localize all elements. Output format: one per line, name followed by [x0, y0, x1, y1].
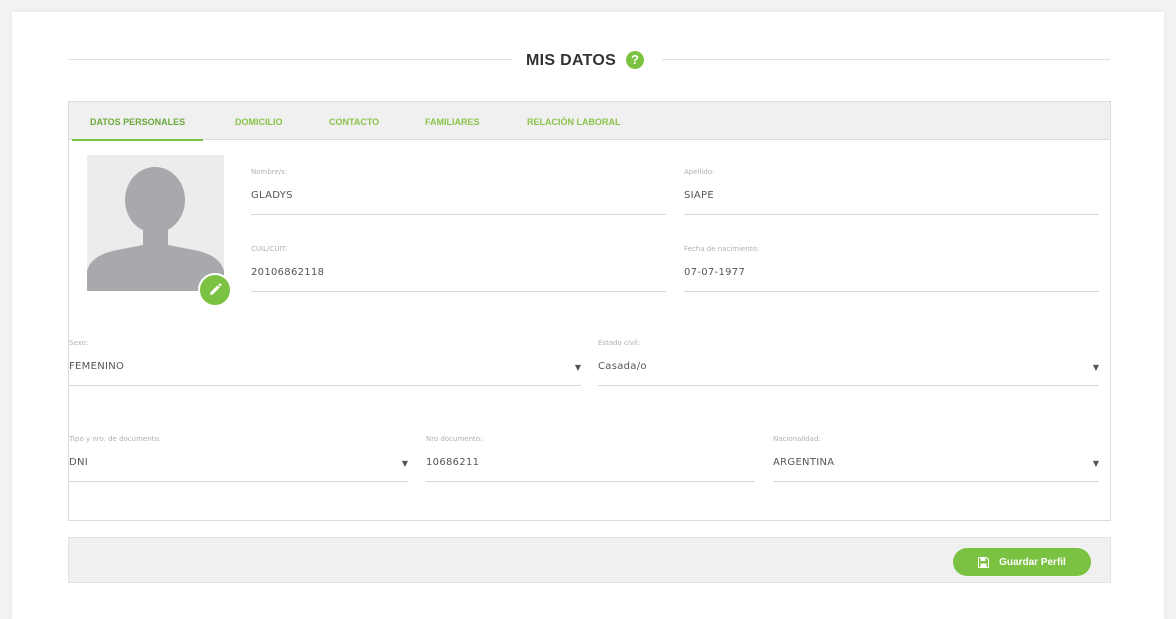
tab-bar: DATOS PERSONALES DOMICILIO CONTACTO FAMI… [69, 102, 1110, 141]
cuil-value[interactable]: 20106862118 [251, 267, 324, 278]
edit-photo-button[interactable] [198, 273, 232, 307]
fecha-nacimiento-value[interactable]: 07-07-1977 [684, 267, 745, 278]
apellido-value[interactable]: SIAPE [684, 190, 714, 201]
profile-photo [87, 155, 232, 307]
page-title: MIS DATOS [526, 52, 617, 69]
user-silhouette-icon [87, 155, 224, 291]
pencil-icon [210, 283, 222, 295]
cuil-label: CUIL/CUIT: [251, 245, 288, 253]
estado-civil-value: Casada/o [598, 361, 647, 372]
dropdown-caret-icon[interactable]: ▼ [402, 459, 408, 468]
tab-datos-personales[interactable]: DATOS PERSONALES [71, 102, 204, 141]
sexo-label: Sexo: [69, 339, 89, 347]
nacionalidad-value: ARGENTINA [773, 457, 835, 468]
tipo-documento-value: DNI [69, 457, 89, 468]
header-divider-right [662, 59, 1110, 60]
nacionalidad-label: Nacionalidad: [773, 435, 821, 443]
page-header: MIS DATOS ? [68, 51, 1110, 72]
save-profile-label: Guardar Perfil [999, 556, 1066, 568]
sexo-value: FEMENINO [69, 361, 125, 372]
estado-civil-label: Estado civil: [598, 339, 641, 347]
nombre-label: Nombre/s: [251, 168, 288, 176]
dropdown-caret-icon[interactable]: ▼ [1093, 459, 1099, 468]
tab-familiares[interactable]: FAMILIARES [425, 102, 480, 140]
profile-page: MIS DATOS ? DATOS PERSONALES DOMICILIO C… [12, 12, 1164, 619]
floppy-disk-icon [978, 556, 990, 568]
form-footer: Guardar Perfil [68, 537, 1111, 583]
apellido-label: Apellido: [684, 168, 715, 176]
nro-documento-value[interactable]: 10686211 [426, 457, 479, 468]
dropdown-caret-icon[interactable]: ▼ [575, 363, 581, 372]
tab-domicilio[interactable]: DOMICILIO [235, 102, 283, 140]
question-circle-icon[interactable]: ? [626, 51, 644, 69]
tab-relacion-laboral[interactable]: RELACIÓN LABORAL [527, 102, 621, 140]
header-divider-left [68, 59, 512, 60]
tipo-documento-label: Tipo y nro. de documento: [69, 435, 162, 443]
nro-documento-label: Nro documento: [426, 435, 483, 443]
personal-data-card: DATOS PERSONALES DOMICILIO CONTACTO FAMI… [68, 101, 1111, 521]
tab-contacto[interactable]: CONTACTO [329, 102, 379, 140]
nombre-value[interactable]: GLADYS [251, 190, 293, 201]
dropdown-caret-icon[interactable]: ▼ [1093, 363, 1099, 372]
save-profile-button[interactable]: Guardar Perfil [953, 548, 1091, 576]
fecha-nacimiento-label: Fecha de nacimiento: [684, 245, 760, 253]
